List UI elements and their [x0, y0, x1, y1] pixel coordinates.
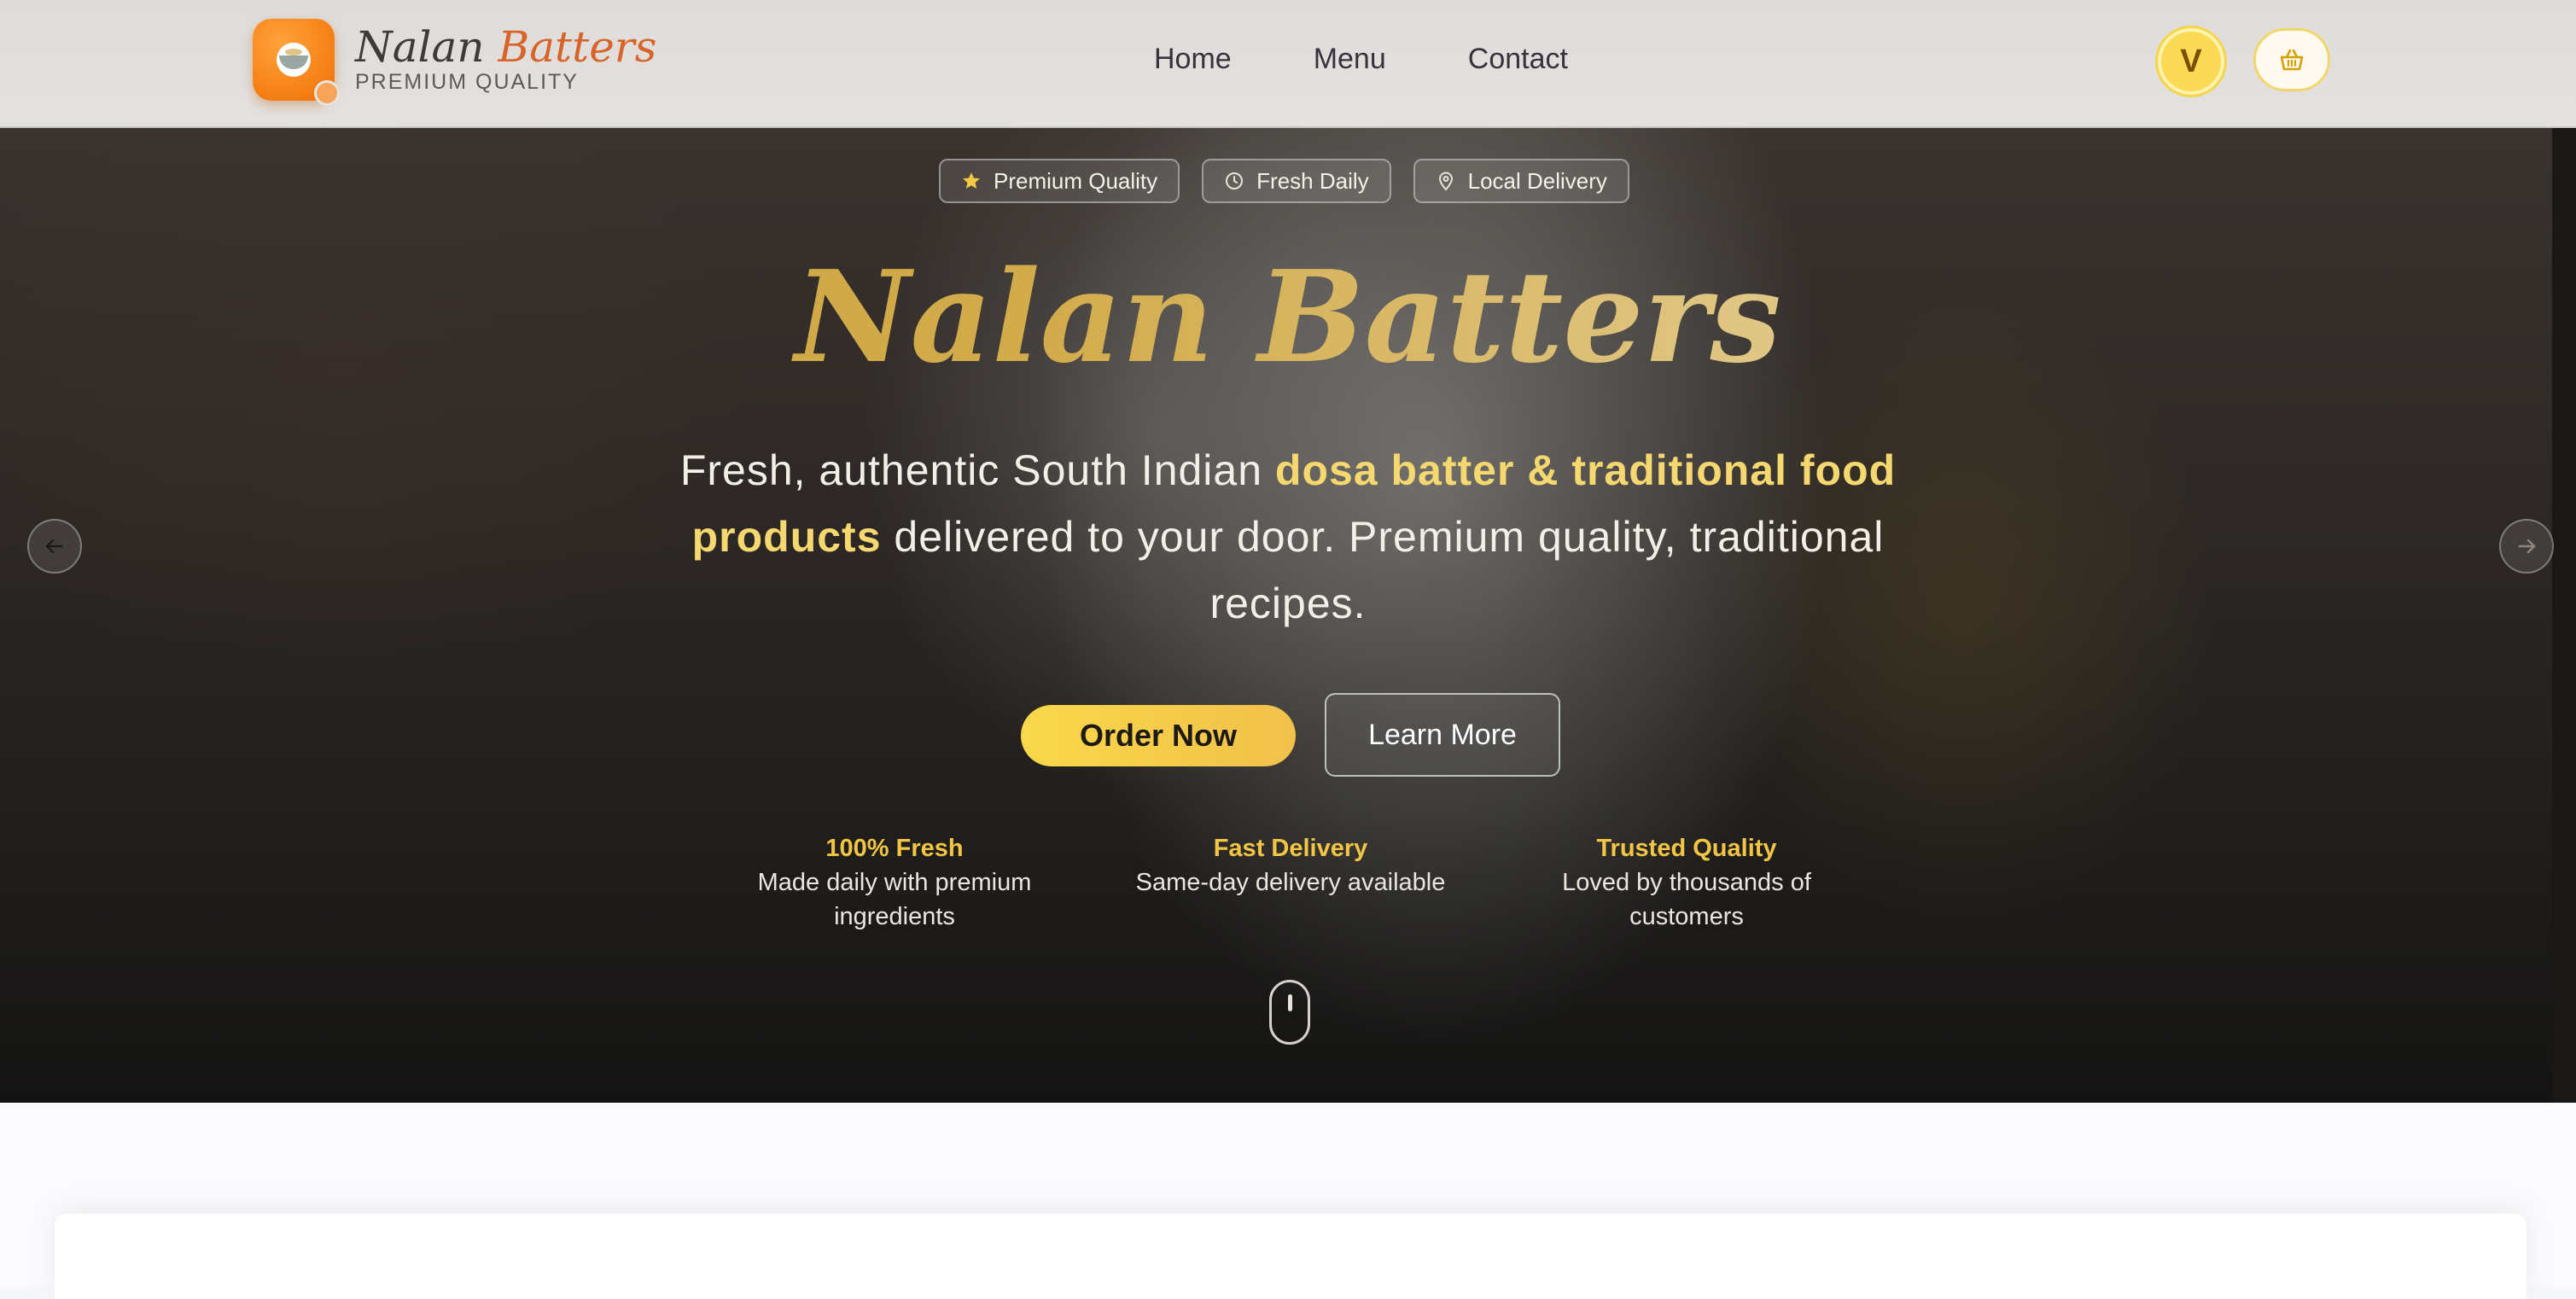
badge-label: Premium Quality: [994, 167, 1158, 194]
hero-description: Fresh, authentic South Indian dosa batte…: [627, 437, 1949, 637]
main-nav: Home Menu Contact: [1154, 43, 1568, 76]
badge-label: Local Delivery: [1467, 167, 1607, 194]
order-now-button[interactable]: Order Now: [1021, 705, 1296, 766]
feature-title: Trusted Quality: [1596, 835, 1777, 862]
brand-name-second: Batters: [498, 22, 657, 72]
badge-premium-quality: Premium Quality: [939, 159, 1180, 203]
feature-quality: Trusted Quality Loved by thousands of cu…: [1507, 831, 1866, 934]
badge-local-delivery: Local Delivery: [1413, 159, 1629, 203]
avatar-initial: V: [2180, 43, 2202, 79]
badge-fresh-daily: Fresh Daily: [1202, 159, 1391, 203]
nav-link-menu[interactable]: Menu: [1314, 43, 1386, 76]
arrow-left-icon: [45, 539, 63, 554]
scroll-mouse-icon[interactable]: [1269, 980, 1310, 1045]
hero-description-part1: Fresh, authentic South Indian: [679, 446, 1275, 494]
feature-title: Fast Delivery: [1213, 835, 1368, 862]
feature-title: 100% Fresh: [825, 835, 964, 862]
location-pin-icon: [1438, 172, 1453, 191]
content-card: [55, 1214, 2526, 1299]
logo-bowl-icon[interactable]: [253, 19, 340, 106]
learn-more-button[interactable]: Learn More: [1325, 693, 1560, 777]
hero-title: Nalan Batters: [0, 248, 2576, 387]
brand-name[interactable]: Nalan Batters: [355, 22, 656, 72]
feature-fresh: 100% Fresh Made daily with premium ingre…: [715, 831, 1074, 934]
nav-link-contact[interactable]: Contact: [1468, 43, 1568, 76]
nav-link-home[interactable]: Home: [1154, 43, 1232, 76]
hero-description-part2: delivered to your door. Premium quality,…: [881, 513, 1885, 627]
feature-description: Made daily with premium ingredients: [757, 869, 1032, 930]
feature-delivery: Fast Delivery Same-day delivery availabl…: [1111, 831, 1470, 900]
site-header: Nalan Batters PREMIUM QUALITY Home Menu …: [0, 0, 2576, 128]
content-section: [0, 1103, 2576, 1299]
hero-badges: Premium Quality Fresh Daily Local Delive…: [939, 159, 1629, 203]
feature-description: Same-day delivery available: [1135, 869, 1446, 896]
cart-button[interactable]: [2253, 28, 2330, 91]
brand-name-first: Nalan: [355, 22, 485, 72]
user-avatar[interactable]: V: [2158, 28, 2224, 95]
arrow-right-icon: [2518, 539, 2536, 554]
feature-description: Loved by thousands of customers: [1562, 869, 1811, 930]
badge-label: Fresh Daily: [1256, 167, 1369, 194]
star-icon: [963, 172, 980, 189]
clock-icon: [1226, 172, 1244, 189]
brand-tagline: PREMIUM QUALITY: [355, 70, 579, 94]
hero-section: Premium Quality Fresh Daily Local Delive…: [0, 128, 2576, 1103]
carousel-prev-button[interactable]: [27, 519, 82, 574]
carousel-next-button[interactable]: [2499, 519, 2554, 574]
basket-icon: [2280, 49, 2304, 71]
